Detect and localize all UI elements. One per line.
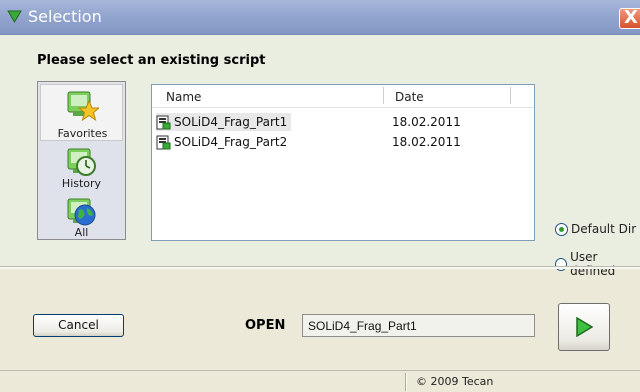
script-file-icon xyxy=(156,115,171,129)
row-name-cell: SOLiD4_Frag_Part2 xyxy=(156,133,291,151)
row-date: 18.02.2011 xyxy=(392,135,461,149)
play-arrow-icon xyxy=(576,317,593,337)
script-file-list[interactable]: Name Date SOLiD4_Frag_Part1 18.02.2011 S… xyxy=(151,84,535,241)
shortcut-all[interactable]: All xyxy=(40,194,123,239)
history-clock-icon xyxy=(67,148,96,176)
title-bar: Selection X xyxy=(0,0,640,35)
row-name: SOLiD4_Frag_Part2 xyxy=(174,135,288,149)
column-divider[interactable] xyxy=(510,87,512,104)
run-button[interactable] xyxy=(558,303,610,351)
open-label: OPEN xyxy=(245,318,286,333)
radio-default-dir-label: Default Dir xyxy=(571,222,637,236)
table-row[interactable]: SOLiD4_Frag_Part1 18.02.2011 xyxy=(156,113,532,131)
globe-icon xyxy=(67,198,96,226)
radio-user-defined[interactable]: User defined xyxy=(555,250,640,278)
window-title: Selection xyxy=(28,7,102,26)
shortcut-favorites[interactable]: Favorites xyxy=(40,84,123,141)
row-name-cell: SOLiD4_Frag_Part1 xyxy=(156,113,292,131)
table-row[interactable]: SOLiD4_Frag_Part2 18.02.2011 xyxy=(156,133,532,151)
shortcut-bar: Favorites History All xyxy=(37,81,126,240)
column-divider[interactable] xyxy=(383,87,385,104)
radio-default-dir[interactable]: Default Dir xyxy=(555,222,636,236)
column-header-date[interactable]: Date xyxy=(395,90,424,104)
shortcut-history-label: History xyxy=(61,177,102,190)
section-divider xyxy=(0,266,640,269)
row-name: SOLiD4_Frag_Part1 xyxy=(174,115,288,129)
list-header: Name Date xyxy=(152,85,534,108)
shortcut-all-label: All xyxy=(74,226,89,239)
row-date: 18.02.2011 xyxy=(392,115,461,129)
status-bar: © 2009 Tecan xyxy=(0,370,640,392)
close-button[interactable]: X xyxy=(619,7,640,29)
column-header-name[interactable]: Name xyxy=(166,90,201,104)
close-icon: X xyxy=(624,7,638,28)
green-triangle-down-icon xyxy=(7,10,22,23)
copyright-text: © 2009 Tecan xyxy=(416,375,494,388)
cancel-button[interactable]: Cancel xyxy=(33,314,124,337)
radio-button-checked[interactable] xyxy=(555,222,568,236)
script-file-icon xyxy=(156,135,171,149)
radio-user-defined-label: User defined xyxy=(570,250,616,278)
shortcut-favorites-label: Favorites xyxy=(57,127,108,140)
open-filename-field[interactable] xyxy=(302,314,535,337)
favorites-star-icon xyxy=(67,91,99,122)
status-separator xyxy=(405,373,407,391)
page-heading: Please select an existing script xyxy=(37,53,266,68)
shortcut-history[interactable]: History xyxy=(40,144,123,192)
